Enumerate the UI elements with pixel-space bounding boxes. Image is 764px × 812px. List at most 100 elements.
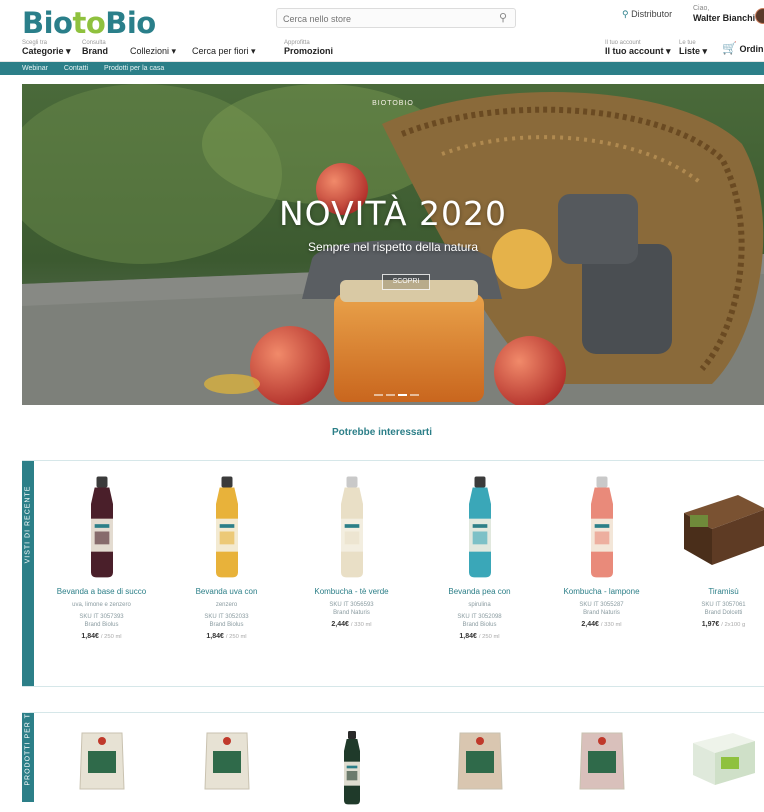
product-code: SKU IT 3052098: [422, 613, 537, 621]
secondary-nav: Webinar Contatti Prodotti per la casa: [0, 62, 764, 75]
product-price: 2,44€ / 330 ml: [544, 621, 659, 628]
price-unit: / 250 ml: [479, 634, 500, 640]
location-pin-icon: ⚲: [622, 9, 629, 19]
product-image-wrap[interactable]: [422, 461, 537, 583]
product-image-wrap[interactable]: [544, 713, 659, 793]
nav-account-menu[interactable]: Il tuo account Il tuo account ▾: [605, 40, 671, 56]
product-name[interactable]: Bevanda pea con: [422, 587, 537, 597]
nav-promotions[interactable]: Approfitta Promozioni: [284, 40, 333, 56]
account-name: Walter Bianchi: [693, 13, 755, 24]
price-value: 2,44€: [581, 621, 599, 628]
hero-kicker: BIOTOBIO: [22, 100, 764, 107]
link-contacts[interactable]: Contatti: [64, 65, 88, 72]
product-subtitle: zenzero: [169, 601, 284, 609]
carousel-dot[interactable]: [374, 394, 383, 396]
product-image-wrap[interactable]: [666, 713, 764, 793]
product-brand: Brand Biolus: [44, 621, 159, 629]
price-unit: / 330 ml: [351, 622, 372, 628]
product-image: [689, 727, 759, 787]
product-card[interactable]: Kombucha - lampone SKU IT 3055287 Brand …: [544, 461, 659, 628]
carousel-dot[interactable]: [410, 394, 419, 396]
brand-logo[interactable]: BiotoBio: [22, 6, 156, 40]
product-subtitle: uva, limone e zenzero: [44, 601, 159, 609]
product-card[interactable]: Tiramisù SKU IT 3057061 Brand Dolcetti 1…: [666, 461, 764, 628]
product-card[interactable]: Bevanda uva con zenzero SKU IT 3052033 B…: [169, 461, 284, 640]
product-card[interactable]: [294, 713, 409, 793]
product-card[interactable]: Bevanda pea con spirulina SKU IT 3052098…: [422, 461, 537, 640]
product-carousel: Bevanda a base di succo uva, limone e ze…: [52, 461, 764, 686]
product-card[interactable]: [44, 713, 159, 793]
product-image-wrap[interactable]: [666, 461, 764, 583]
product-code: SKU IT 3056593: [294, 601, 409, 609]
product-image: [76, 727, 128, 791]
product-name[interactable]: Bevanda uva con: [169, 587, 284, 597]
product-card[interactable]: [169, 713, 284, 793]
product-image: [678, 485, 764, 569]
logo-part: Bio: [105, 6, 155, 40]
product-price: 1,97€ / 2x100 g: [666, 621, 764, 628]
distributor-link[interactable]: ⚲ Distributor: [622, 9, 672, 20]
price-value: 2,44€: [331, 621, 349, 628]
product-brand: Brand Naturis: [544, 609, 659, 617]
section-title: Potrebbe interessarti: [0, 427, 764, 438]
search-input[interactable]: [277, 10, 487, 28]
nav-lists[interactable]: Le tue Liste ▾: [679, 40, 707, 56]
product-image-wrap[interactable]: [544, 461, 659, 583]
product-image: [450, 471, 510, 581]
product-carousel: [52, 713, 764, 802]
product-image-wrap[interactable]: [294, 461, 409, 583]
product-card[interactable]: [422, 713, 537, 793]
section-sidebar-label: VISTI DI RECENTE: [25, 471, 32, 579]
product-code: SKU IT 3052033: [169, 613, 284, 621]
product-card[interactable]: [544, 713, 659, 793]
product-code: SKU IT 3057393: [44, 613, 159, 621]
link-webinar[interactable]: Webinar: [22, 65, 48, 72]
product-image-wrap[interactable]: [169, 461, 284, 583]
recently-viewed-section: VISTI DI RECENTE Bevanda a base di succo…: [22, 460, 764, 687]
hero-banner[interactable]: BIOTOBIO NOVITÀ 2020 Sempre nel rispetto…: [22, 84, 764, 405]
nav-collections[interactable]: Collezioni ▾: [130, 46, 176, 56]
product-price: 1,84€ / 250 ml: [422, 633, 537, 640]
product-image: [322, 727, 382, 807]
avatar[interactable]: [755, 8, 764, 24]
product-image: [201, 727, 253, 791]
price-unit: / 2x100 g: [721, 622, 745, 628]
section-sidebar-label: PRODOTTI PER TE: [25, 693, 32, 801]
nav-categories[interactable]: Scegli tra Categorie ▾: [22, 40, 71, 56]
for-you-section: PRODOTTI PER TE: [22, 712, 764, 802]
nav-label: Brand: [82, 46, 108, 56]
account-greeting[interactable]: Ciao, Walter Bianchi: [693, 5, 755, 24]
search-icon[interactable]: ⚲: [499, 11, 507, 24]
product-card[interactable]: Kombucha - tè verde SKU IT 3056593 Brand…: [294, 461, 409, 628]
carousel-indicators: [374, 394, 419, 396]
product-card[interactable]: [666, 713, 764, 793]
product-image-wrap[interactable]: [44, 461, 159, 583]
product-image-wrap[interactable]: [44, 713, 159, 793]
product-card[interactable]: Bevanda a base di succo uva, limone e ze…: [44, 461, 159, 640]
nav-label: Promozioni: [284, 46, 333, 56]
greeting-label: Ciao,: [693, 5, 709, 12]
product-price: 1,84€ / 250 ml: [44, 633, 159, 640]
product-image-wrap[interactable]: [422, 713, 537, 793]
logo-part: to: [72, 6, 105, 40]
nav-label: Il tuo account ▾: [605, 46, 671, 56]
nav-label: Categorie ▾: [22, 46, 71, 56]
product-code: SKU IT 3055287: [544, 601, 659, 609]
product-image-wrap[interactable]: [294, 713, 409, 793]
product-name[interactable]: Tiramisù: [666, 587, 764, 597]
product-image: [322, 471, 382, 581]
product-subtitle: spirulina: [422, 601, 537, 609]
nav-brand[interactable]: Consulta Brand: [82, 40, 108, 56]
product-name[interactable]: Bevanda a base di succo: [44, 587, 159, 597]
price-unit: / 330 ml: [601, 622, 622, 628]
hero-cta-button[interactable]: SCOPRI: [382, 274, 430, 290]
link-home-products[interactable]: Prodotti per la casa: [104, 65, 164, 72]
cart-icon: 🛒: [722, 41, 737, 55]
product-image-wrap[interactable]: [169, 713, 284, 793]
product-name[interactable]: Kombucha - lampone: [544, 587, 659, 597]
carousel-dot-active[interactable]: [398, 394, 407, 396]
nav-flowers[interactable]: Cerca per fiori ▾: [192, 46, 256, 56]
nav-orders[interactable]: 🛒 Ordini: [722, 43, 764, 54]
product-name[interactable]: Kombucha - tè verde: [294, 587, 409, 597]
carousel-dot[interactable]: [386, 394, 395, 396]
